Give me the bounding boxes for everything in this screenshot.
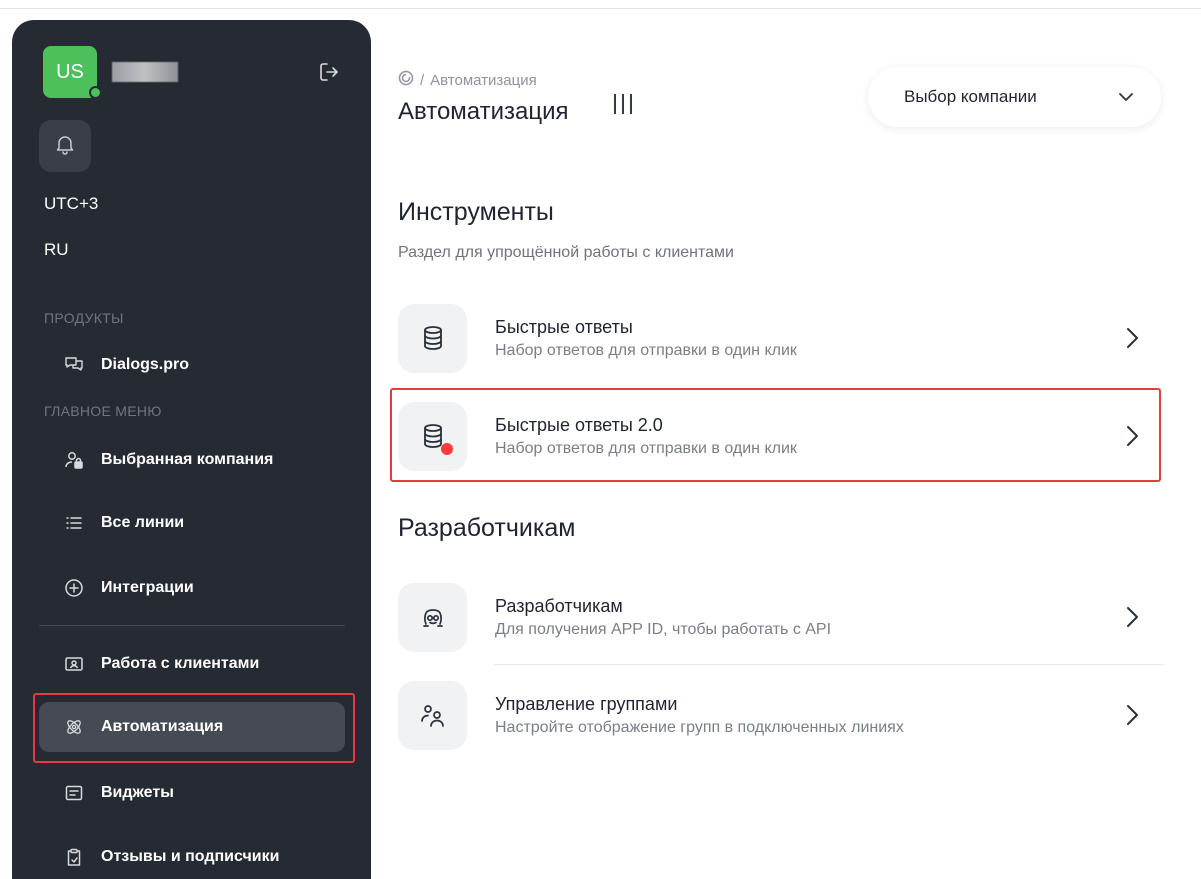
highlight-box-sidebar bbox=[33, 693, 355, 763]
text-cursor-icon bbox=[611, 92, 635, 116]
developer-icon bbox=[398, 582, 467, 652]
sidebar-item-dialogs-pro[interactable]: Dialogs.pro bbox=[39, 340, 345, 390]
breadcrumb: / Автоматизация bbox=[398, 70, 537, 90]
tools-description: Раздел для упрощённой работы с клиентами bbox=[398, 244, 734, 261]
user-name-redacted bbox=[112, 62, 178, 82]
clipboard-icon bbox=[63, 846, 85, 868]
contact-card-icon bbox=[63, 653, 85, 675]
sidebar-item-integrations[interactable]: Интеграции bbox=[39, 563, 345, 613]
card-title: Разработчикам bbox=[495, 595, 623, 616]
avatar-initials: US bbox=[56, 60, 84, 83]
sidebar-item-widgets[interactable]: Виджеты bbox=[39, 768, 345, 818]
chevron-right-icon bbox=[1120, 605, 1144, 629]
sidebar-divider bbox=[39, 625, 345, 626]
card-title: Управление группами bbox=[495, 693, 678, 714]
user-lock-icon bbox=[63, 449, 85, 471]
sidebar-item-label: Работа с клиентами bbox=[101, 655, 260, 672]
developers-heading: Разработчикам bbox=[398, 514, 576, 542]
language[interactable]: RU bbox=[44, 240, 69, 260]
tools-heading: Инструменты bbox=[398, 198, 554, 226]
section-products: ПРОДУКТЫ bbox=[44, 310, 124, 326]
sidebar-item-selected-company[interactable]: Выбранная компания bbox=[39, 435, 345, 485]
company-select-value: Выбор компании bbox=[904, 87, 1037, 106]
top-border bbox=[0, 8, 1201, 9]
sidebar-item-clients[interactable]: Работа с клиентами bbox=[39, 639, 345, 689]
timezone[interactable]: UTC+3 bbox=[44, 194, 98, 214]
sidebar-item-label: Dialogs.pro bbox=[101, 356, 190, 373]
card-subtitle: Настройте отображение групп в подключенн… bbox=[495, 718, 904, 736]
chevron-down-icon bbox=[1117, 88, 1135, 106]
plus-circle-icon bbox=[63, 577, 85, 599]
breadcrumb-separator: / bbox=[420, 71, 425, 89]
users-group-icon bbox=[398, 680, 467, 750]
card-divider bbox=[494, 664, 1164, 665]
card-quick-replies[interactable]: Быстрые ответы Набор ответов для отправк… bbox=[398, 303, 1164, 373]
card-subtitle: Набор ответов для отправки в один клик bbox=[495, 341, 797, 359]
notifications-button[interactable] bbox=[39, 120, 91, 172]
card-subtitle: Для получения APP ID, чтобы работать с A… bbox=[495, 620, 832, 638]
online-status-dot bbox=[89, 86, 102, 99]
chat-bubbles-icon bbox=[63, 354, 85, 376]
card-developers[interactable]: Разработчикам Для получения APP ID, чтоб… bbox=[398, 582, 1164, 652]
highlight-box-card bbox=[390, 388, 1161, 482]
list-icon bbox=[63, 512, 85, 534]
company-select[interactable]: Выбор компании bbox=[868, 67, 1161, 127]
bell-icon bbox=[54, 133, 76, 160]
sidebar-item-label: Виджеты bbox=[101, 784, 174, 801]
chevron-right-icon bbox=[1120, 703, 1144, 727]
sidebar-item-reviews[interactable]: Отзывы и подписчики bbox=[39, 832, 345, 879]
card-title: Быстрые ответы bbox=[495, 316, 633, 337]
sidebar-item-label: Отзывы и подписчики bbox=[101, 848, 280, 865]
section-main-menu: ГЛАВНОЕ МЕНЮ bbox=[44, 403, 162, 419]
page-title: Автоматизация bbox=[398, 98, 569, 125]
breadcrumb-current: Автоматизация bbox=[430, 71, 537, 89]
home-icon[interactable] bbox=[398, 70, 414, 90]
widget-icon bbox=[63, 782, 85, 804]
database-icon bbox=[398, 303, 467, 373]
sidebar-item-label: Все линии bbox=[101, 514, 185, 531]
chevron-right-icon bbox=[1120, 326, 1144, 350]
logout-icon[interactable] bbox=[318, 61, 340, 83]
sidebar-item-label: Интеграции bbox=[101, 579, 194, 596]
card-group-management[interactable]: Управление группами Настройте отображени… bbox=[398, 680, 1164, 750]
sidebar-item-label: Выбранная компания bbox=[101, 451, 274, 468]
sidebar-item-all-lines[interactable]: Все линии bbox=[39, 498, 345, 548]
